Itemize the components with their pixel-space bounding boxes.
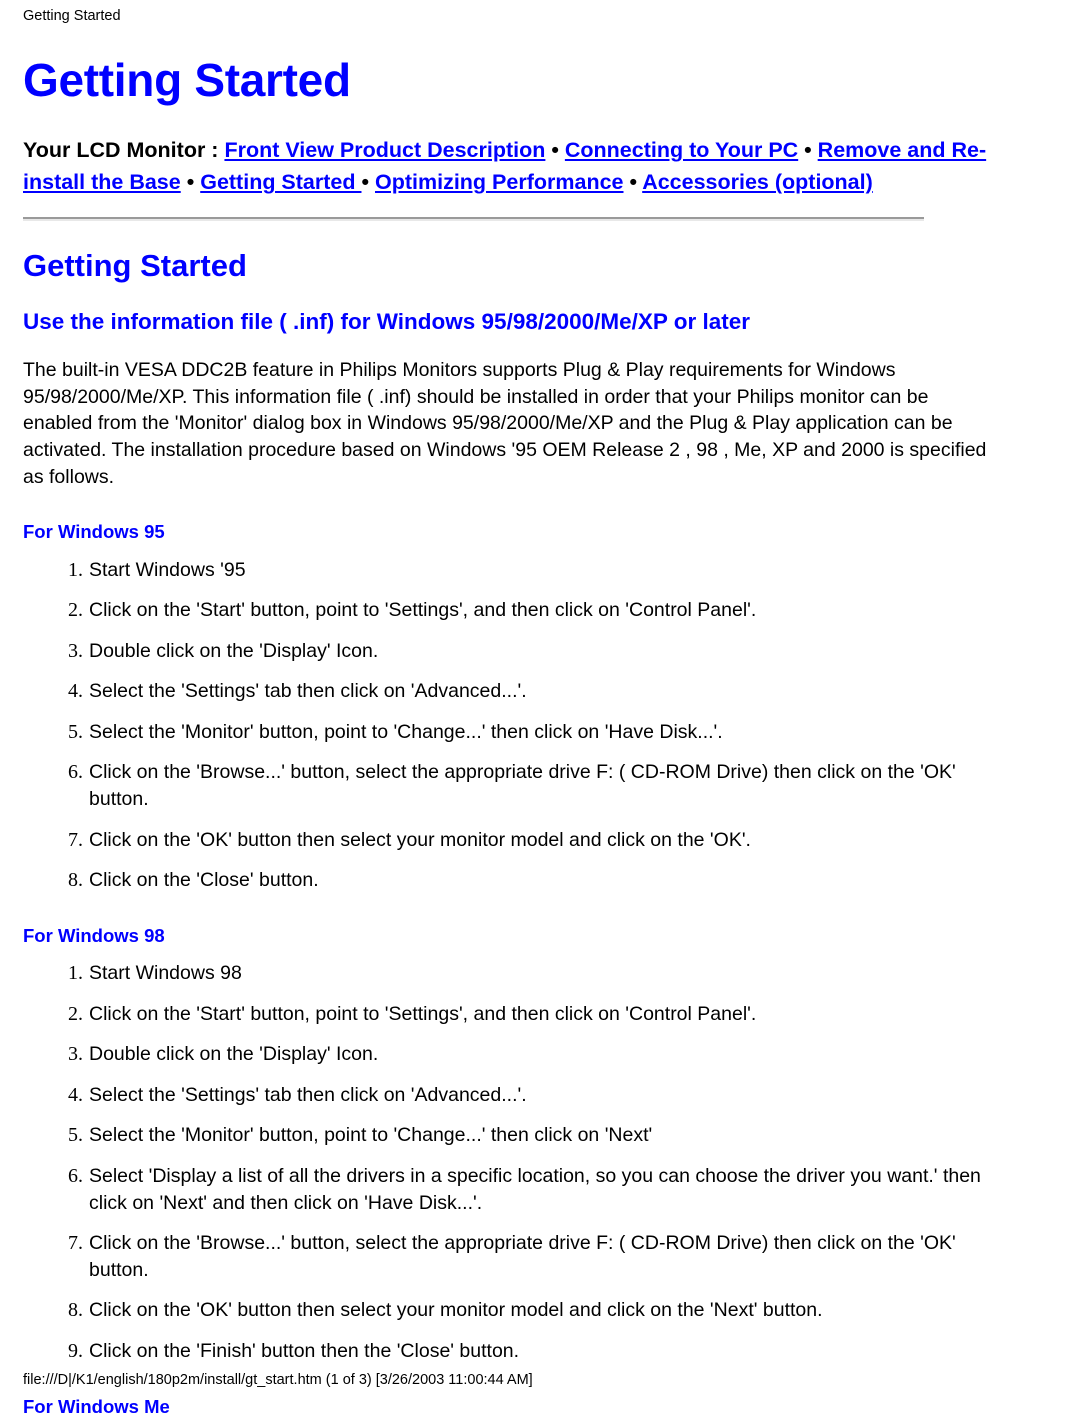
- nav-link-connecting-to-your-pc[interactable]: Connecting to Your PC: [565, 138, 798, 162]
- list-item: Select the 'Settings' tab then click on …: [55, 678, 527, 704]
- breadcrumb-separator: •: [545, 138, 565, 163]
- breadcrumb-separator: •: [361, 170, 375, 195]
- group-heading-windows-95: For Windows 95: [23, 521, 165, 543]
- intro-paragraph: The built-in VESA DDC2B feature in Phili…: [23, 359, 987, 488]
- list-item: Click on the 'Finish' button then the 'C…: [55, 1338, 520, 1364]
- breadcrumb-separator: •: [798, 138, 818, 163]
- steps-list-windows-95: Start Windows '95 Click on the 'Start' b…: [23, 557, 1002, 894]
- list-item: Click on the 'Close' button.: [55, 867, 319, 893]
- nav-link-accessories-optional[interactable]: Accessories (optional): [642, 170, 873, 194]
- group-heading-windows-me: For Windows Me: [23, 1395, 170, 1417]
- breadcrumb-colon: :: [205, 138, 225, 163]
- nav-link-optimizing-performance[interactable]: Optimizing Performance: [375, 170, 624, 194]
- list-item: Double click on the 'Display' Icon.: [55, 638, 379, 664]
- list-item: Click on the 'Start' button, point to 'S…: [55, 1001, 757, 1027]
- list-item: Start Windows '95: [55, 557, 246, 583]
- list-item: Select 'Display a list of all the driver…: [55, 1163, 981, 1214]
- print-footer: file:///D|/K1/english/180p2m/install/gt_…: [23, 1372, 533, 1388]
- list-item: Click on the 'Browse...' button, select …: [55, 1230, 956, 1281]
- list-item: Select the 'Settings' tab then click on …: [55, 1082, 527, 1108]
- steps-list-windows-98: Start Windows 98 Click on the 'Start' bu…: [23, 960, 1002, 1365]
- breadcrumb-separator: •: [623, 170, 643, 195]
- list-item: Click on the 'Browse...' button, select …: [55, 759, 956, 811]
- document-page: Getting Started Your LCD Monitor : Front…: [0, 0, 1080, 1417]
- group-heading-windows-98: For Windows 98: [23, 924, 165, 946]
- section-subheading: Use the information file ( .inf) for Win…: [23, 309, 751, 335]
- page-title: Getting Started: [23, 54, 351, 106]
- breadcrumb-label: Your LCD Monitor: [23, 138, 206, 163]
- list-item: Click on the 'OK' button then select you…: [55, 827, 751, 853]
- nav-link-front-view-product-description[interactable]: Front View Product Description: [224, 138, 545, 162]
- nav-link-getting-started[interactable]: Getting Started: [200, 170, 361, 194]
- list-item: Select the 'Monitor' button, point to 'C…: [55, 719, 723, 745]
- list-item: Double click on the 'Display' Icon.: [55, 1041, 379, 1067]
- breadcrumb-separator: •: [180, 170, 201, 195]
- page-content: Getting Started Your LCD Monitor : Front…: [0, 56, 1080, 1417]
- section-heading: Getting Started: [23, 248, 247, 284]
- list-item: Start Windows 98: [55, 960, 242, 986]
- list-item: Click on the 'Start' button, point to 'S…: [55, 597, 757, 623]
- horizontal-divider: [23, 217, 924, 222]
- list-item: Click on the 'OK' button then select you…: [55, 1297, 823, 1323]
- list-item: Select the 'Monitor' button, point to 'C…: [55, 1122, 653, 1148]
- breadcrumb: Your LCD Monitor : Front View Product De…: [23, 134, 1002, 198]
